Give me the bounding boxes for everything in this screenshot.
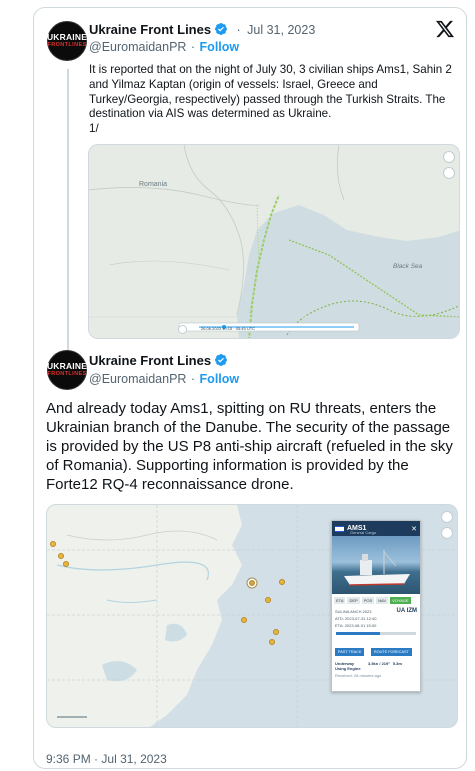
vessel-marker[interactable] [265, 597, 271, 603]
map-1-graphic [89, 145, 459, 338]
author-avatar[interactable]: UKRAINE FRONTLINES [47, 21, 87, 61]
x-logo-icon[interactable] [436, 20, 454, 38]
vessel-tab[interactable]: NAV [376, 597, 389, 604]
avatar-logo-text: UKRAINE [46, 361, 88, 371]
tweet-2-header: Ukraine Front Lines [89, 353, 228, 369]
tweet-dot-separator: · [236, 23, 241, 37]
avatar-logo-subtext: FRONTLINES [47, 42, 87, 48]
route-forecast-button[interactable]: ROUTE FORECAST [370, 648, 412, 656]
map-layers-button[interactable] [443, 167, 455, 179]
vessel-route-row: SULINA ANCH 2023 UA IZM [332, 607, 420, 615]
tweet-1-text: It is reported that on the night of July… [89, 63, 452, 136]
israel-flag-icon [335, 525, 344, 532]
close-icon[interactable]: ✕ [411, 525, 417, 533]
ais-map-image-2[interactable]: AMS1 ✕ General Cargo ETA DEP POS NAV VOY… [46, 504, 458, 728]
map-label-country: Romania [139, 181, 168, 188]
vessel-marker[interactable] [241, 617, 247, 623]
voyage-progress-fill [336, 632, 380, 635]
dot-separator: · [190, 40, 196, 54]
map-zoom-button[interactable] [441, 511, 453, 523]
vessel-tab[interactable]: ETA [334, 597, 346, 604]
tweet-1-header: Ukraine Front Lines · Jul 31, 2023 [89, 22, 315, 38]
vessel-info-panel[interactable]: AMS1 ✕ General Cargo ETA DEP POS NAV VOY… [331, 520, 421, 692]
vessel-marker[interactable] [279, 579, 285, 585]
vessel-tabs: ETA DEP POS NAV VOYAGE [332, 594, 420, 607]
follow-button[interactable]: Follow [200, 372, 240, 386]
thread-connector-line [67, 69, 69, 350]
destination-port: UA IZM [396, 608, 417, 614]
vessel-marker[interactable] [63, 561, 69, 567]
tweet-time: 9:36 PM [46, 752, 91, 766]
vessel-tab[interactable]: POS [361, 597, 375, 604]
received-time: Received: 28 minutes ago [335, 673, 382, 678]
map-layers-button[interactable] [441, 527, 453, 539]
past-track-button[interactable]: PAST TRACK [335, 648, 365, 656]
follow-button[interactable]: Follow [200, 40, 240, 54]
vessel-marker[interactable] [50, 541, 56, 547]
author-name[interactable]: Ukraine Front Lines [89, 353, 211, 368]
vessel-marker[interactable] [58, 553, 64, 559]
draught: 5.3m [392, 661, 402, 666]
verified-badge-icon [215, 354, 228, 366]
dot-separator: · [190, 372, 196, 386]
map-label-sea: Black Sea [393, 263, 423, 270]
vessel-marker[interactable] [269, 639, 275, 645]
vessel-status-line: SULINA ANCH 2023 [335, 608, 372, 614]
vessel-tab[interactable]: DEP [347, 597, 360, 604]
vessel-nav-details: Underway Using Engine 3.5kn / 219° 5.3m [332, 660, 420, 672]
author-name[interactable]: Ukraine Front Lines [89, 22, 211, 37]
tweet-timestamp[interactable]: 9:36 PM · Jul 31, 2023 [46, 752, 167, 766]
tweet-2-subheader: @EuromaidanPR · Follow [89, 371, 239, 387]
tweet-thread-card: UKRAINE FRONTLINES Ukraine Front Lines ·… [33, 7, 467, 769]
vessel-type: General Cargo [350, 530, 377, 535]
map-play-button[interactable] [178, 325, 187, 334]
verified-badge-icon [215, 23, 228, 35]
author-handle[interactable]: @EuromaidanPR [89, 40, 186, 54]
dot-separator: · [94, 752, 99, 766]
nav-status: Underway Using Engine [335, 661, 361, 671]
vessel-photo [332, 536, 420, 594]
tweet-full-date: Jul 31, 2023 [101, 752, 167, 766]
vessel-marker[interactable] [273, 629, 279, 635]
speed-course: 3.5kn / 219° [368, 661, 390, 666]
tweet-2-text: And already today Ams1, spitting on RU t… [46, 400, 453, 493]
eta-line: ETA: 2023-08-01 15:00 [335, 623, 377, 628]
author-avatar[interactable]: UKRAINE FRONTLINES [47, 350, 87, 390]
author-handle[interactable]: @EuromaidanPR [89, 372, 186, 386]
voyage-progress-bar [336, 632, 416, 635]
map-timeline-text: 26.06.2023 10:15 · 05:45 UTC [201, 326, 256, 331]
vessel-action-buttons: PAST TRACK ROUTE FORECAST [332, 638, 420, 660]
atd-line: ATD: 2023-07-31 12:40 [335, 616, 377, 621]
ais-map-image-1[interactable]: Romania Black Sea 26.06.2023 10:15 · 05:… [88, 144, 460, 339]
avatar-logo-text: UKRAINE [46, 32, 88, 42]
vessel-tab[interactable]: VOYAGE [390, 597, 411, 604]
tweet-1-subheader: @EuromaidanPR · Follow [89, 39, 239, 55]
map-zoom-button[interactable] [443, 151, 455, 163]
vessel-marker-selected[interactable] [249, 580, 255, 586]
tweet-date[interactable]: Jul 31, 2023 [247, 23, 315, 37]
ship-icon [344, 550, 410, 586]
avatar-logo-subtext: FRONTLINES [47, 371, 87, 377]
